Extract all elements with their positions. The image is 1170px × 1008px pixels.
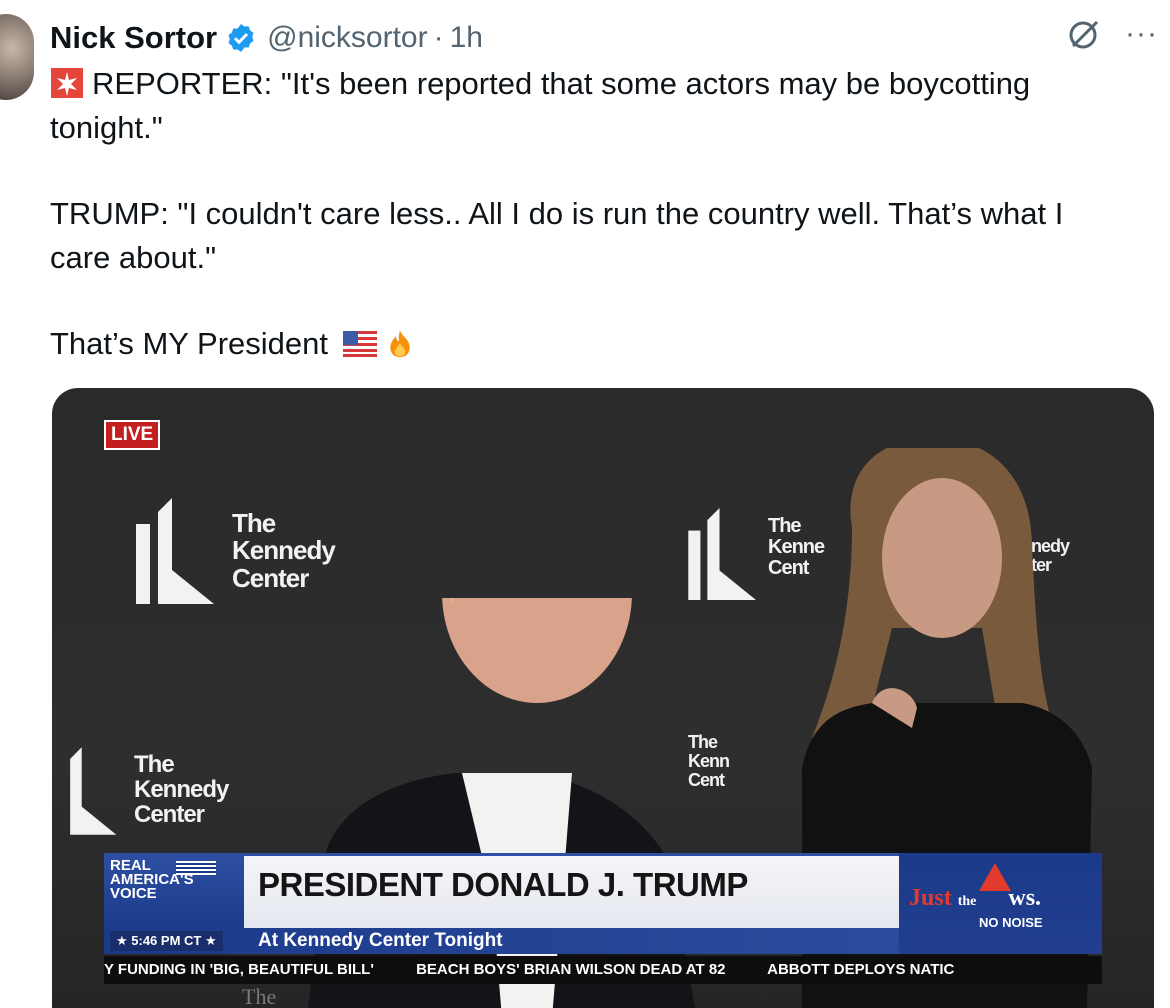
grok-icon[interactable] — [1067, 16, 1103, 52]
network-name: REAL AMERICA'S VOICE — [110, 857, 194, 902]
ticker-item-1: Y FUNDING IN 'BIG, BEAUTIFUL BILL' — [104, 961, 374, 978]
just-the-news-logo: Just the ws. NO NOISE — [899, 853, 1102, 954]
logo-line-1: The — [232, 508, 276, 538]
video-player[interactable]: LIVE The Kennedy Center The Kenne Cent T… — [52, 388, 1154, 1008]
news-chyron: REAL AMERICA'S VOICE PRESIDENT DONALD J.… — [104, 853, 1102, 956]
post-time[interactable]: 1h — [450, 21, 483, 55]
jtn-brand: Just the ws. — [909, 885, 1041, 912]
logo-bottom-line-3: Center — [134, 801, 205, 829]
network-flag-icon — [176, 861, 216, 875]
ticker-item-2: BEACH BOYS' BRIAN WILSON DEAD AT 82 — [416, 961, 726, 978]
kennedy-center-mark-icon — [70, 747, 117, 835]
live-badge: LIVE — [104, 420, 161, 450]
news-ticker: Y FUNDING IN 'BIG, BEAUTIFUL BILL' BEACH… — [104, 956, 1102, 984]
header-actions: ··· — [1067, 16, 1158, 52]
verified-badge-icon — [228, 24, 254, 52]
tweet-paragraph-2: TRUMP: "I couldn't care less.. All I do … — [50, 192, 1130, 280]
ticker-item-3: ABBOTT DEPLOYS NATIC — [767, 961, 955, 978]
logo-bottom-line-2: Kennedy — [134, 776, 229, 804]
logo-bottom-line-1: The — [134, 751, 175, 778]
chyron-subtitle: At Kennedy Center Tonight — [258, 930, 503, 951]
capitol-icon — [979, 863, 1011, 891]
chyron-title: PRESIDENT DONALD J. TRUMP — [258, 866, 748, 903]
avatar[interactable] — [0, 14, 34, 100]
background-logo-fragment: The — [242, 984, 277, 1008]
chyron-title-bar: PRESIDENT DONALD J. TRUMP — [244, 853, 899, 931]
network-logo: REAL AMERICA'S VOICE — [104, 853, 244, 928]
tweet-header: Nick Sortor @nicksortor · 1h — [50, 16, 483, 60]
jtn-brand-the: the — [957, 894, 977, 909]
siren-emoji-icon — [51, 68, 83, 98]
fire-icon — [389, 330, 410, 358]
kennedy-center-logo: The Kennedy Center — [136, 498, 336, 604]
separator-dot: · — [433, 21, 444, 54]
jtn-tagline: NO NOISE — [979, 915, 1043, 930]
jtn-brand-a: Just — [909, 885, 952, 911]
logo-line-3: Center — [232, 562, 309, 593]
logo-line-2: Kennedy — [232, 535, 336, 566]
closing-line: That’s MY President — [50, 326, 328, 361]
kennedy-center-mark-icon — [136, 498, 214, 604]
author-name[interactable]: Nick Sortor — [50, 20, 217, 56]
more-options-icon[interactable]: ··· — [1125, 19, 1158, 49]
broadcast-time: ★ 5:46 PM CT ★ — [110, 931, 223, 951]
kennedy-center-logo-bottom: The Kennedy Center — [52, 738, 229, 844]
reporter-quote: REPORTER: "It's been reported that some … — [50, 66, 1031, 145]
us-flag-icon — [342, 331, 377, 357]
trump-quote: TRUMP: "I couldn't care less.. All I do … — [50, 196, 1064, 275]
tweet-paragraph-1: REPORTER: "It's been reported that some … — [50, 62, 1130, 150]
author-handle[interactable]: @nicksortor — [267, 21, 428, 55]
tweet-text: REPORTER: "It's been reported that some … — [50, 62, 1130, 408]
jtn-brand-b: ws. — [1008, 885, 1042, 911]
tweet-paragraph-3: That’s MY President — [50, 322, 1130, 366]
